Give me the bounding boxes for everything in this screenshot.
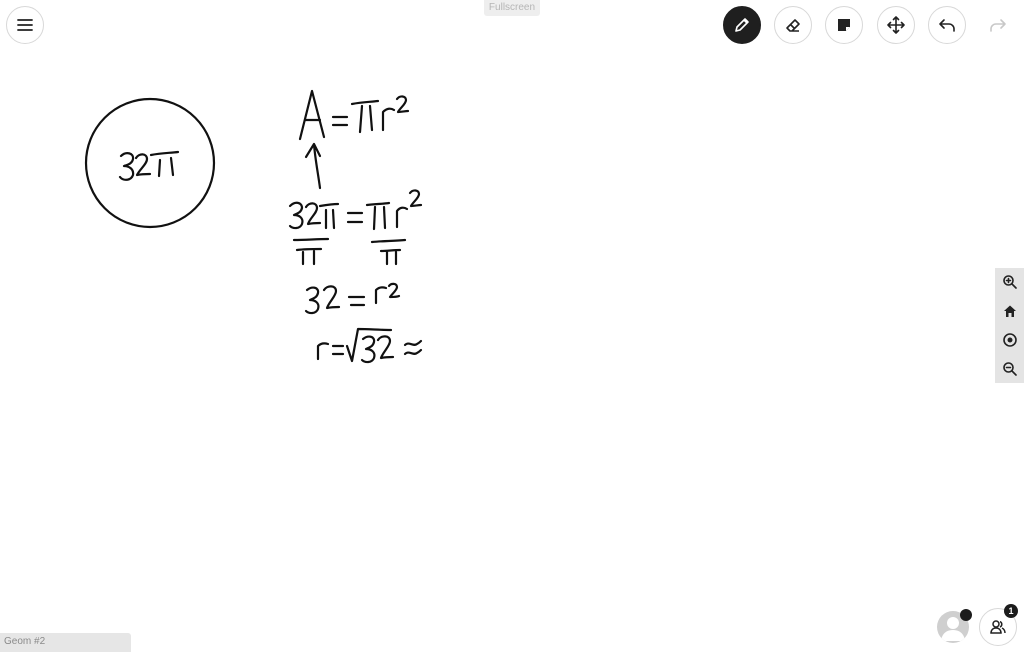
- zoom-in-button[interactable]: [995, 268, 1024, 297]
- users-icon: [990, 620, 1006, 634]
- zoom-out-icon: [1002, 361, 1017, 376]
- participant-count-badge: 1: [1004, 604, 1018, 618]
- home-view-button[interactable]: [995, 297, 1024, 326]
- equation-area-formula: [298, 89, 410, 190]
- zoom-in-icon: [1002, 275, 1017, 290]
- center-view-button[interactable]: [995, 326, 1024, 355]
- equation-divide-step: [288, 189, 423, 266]
- whiteboard-canvas[interactable]: [0, 0, 1024, 652]
- status-dot: [960, 609, 972, 621]
- drawn-circle: [84, 97, 216, 229]
- zoom-controls: [995, 268, 1024, 383]
- equation-32-equals-r2: [304, 282, 401, 315]
- home-icon: [1003, 305, 1016, 318]
- equation-r-sqrt-32: [316, 327, 423, 364]
- target-icon: [1002, 333, 1017, 347]
- circle-label-32pi: [118, 150, 180, 181]
- zoom-out-button[interactable]: [995, 354, 1024, 383]
- board-name-label: Geom #2: [0, 633, 131, 652]
